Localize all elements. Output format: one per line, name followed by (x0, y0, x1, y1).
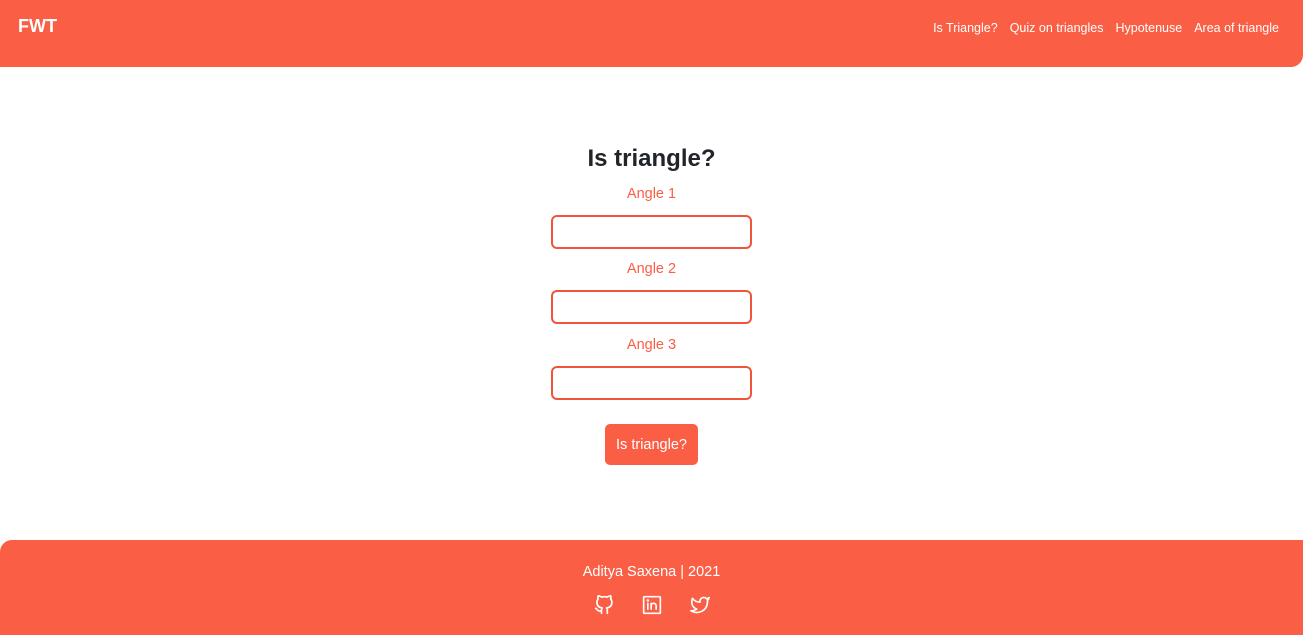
nav-link-quiz[interactable]: Quiz on triangles (1010, 21, 1104, 35)
nav-link-area[interactable]: Area of triangle (1194, 21, 1279, 35)
social-links (0, 595, 1303, 615)
angle-3-label: Angle 3 (626, 337, 677, 353)
github-icon[interactable] (594, 595, 614, 615)
linkedin-icon[interactable] (642, 595, 662, 615)
angle-2-input[interactable] (551, 290, 752, 324)
angle-2-label: Angle 2 (626, 261, 677, 277)
nav-links: Is Triangle? Quiz on triangles Hypotenus… (933, 21, 1279, 35)
navbar: FWT Is Triangle? Quiz on triangles Hypot… (0, 0, 1303, 67)
angle-3-input[interactable] (551, 366, 752, 400)
angle-1-label: Angle 1 (626, 186, 677, 202)
footer: Aditya Saxena | 2021 (0, 540, 1303, 635)
brand-logo[interactable]: FWT (18, 16, 57, 37)
twitter-icon[interactable] (689, 595, 710, 615)
page-title: Is triangle? (587, 145, 716, 172)
angle-1-input[interactable] (551, 215, 752, 249)
footer-credit: Aditya Saxena | 2021 (582, 564, 721, 580)
main-content: Is triangle? Angle 1 Angle 2 Angle 3 Is … (0, 67, 1303, 540)
nav-link-is-triangle[interactable]: Is Triangle? (933, 21, 998, 35)
is-triangle-button[interactable]: Is triangle? (605, 424, 698, 465)
nav-link-hypotenuse[interactable]: Hypotenuse (1116, 21, 1183, 35)
